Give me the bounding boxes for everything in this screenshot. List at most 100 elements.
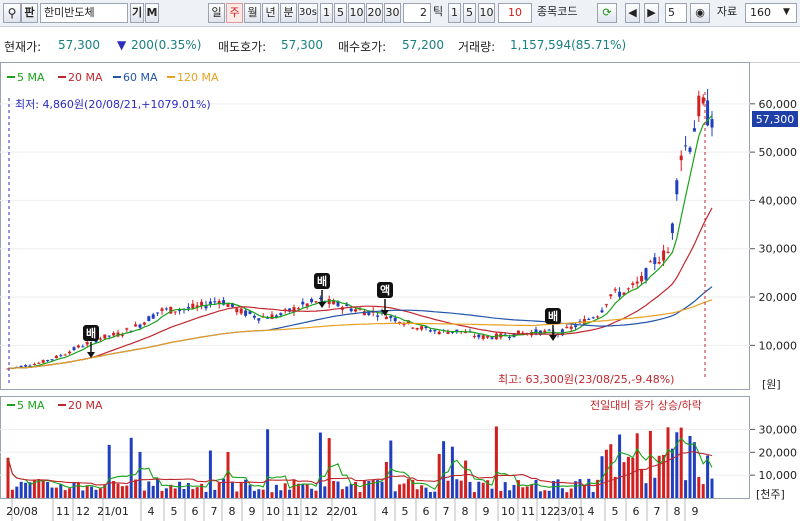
x-tick-label: 11 <box>286 505 300 518</box>
candle-body <box>41 360 45 363</box>
volume-bar <box>415 489 419 498</box>
volume-bar <box>248 485 252 498</box>
count-button-1[interactable]: 1 <box>320 3 333 23</box>
current-price: 57,300 <box>58 38 100 52</box>
candle-body <box>226 304 230 307</box>
prev-arrow-icon[interactable]: ◀ <box>625 3 640 23</box>
candle-body <box>428 330 432 332</box>
volume-bar <box>450 446 454 498</box>
volume-bar <box>692 442 696 498</box>
search-icon[interactable]: ⚲ <box>3 3 21 23</box>
tick-button-1[interactable]: 1 <box>448 3 461 23</box>
next-arrow-icon[interactable]: ▶ <box>644 3 659 23</box>
volume-bar <box>81 490 85 498</box>
x-tick-label: 8 <box>462 505 469 518</box>
volume-bar <box>710 478 714 498</box>
volume-bar <box>481 482 485 498</box>
candle-body <box>173 311 177 313</box>
x-tick-label: 6 <box>192 505 199 518</box>
tick-button-10[interactable]: 10 <box>478 3 495 23</box>
candle-body <box>125 328 129 330</box>
volume-bar <box>336 481 340 498</box>
volume-bar <box>230 482 234 498</box>
price-unit: [원] <box>762 378 781 391</box>
candle-body <box>151 314 155 319</box>
candle-body <box>565 326 569 328</box>
tab-week[interactable]: 주 <box>226 3 243 23</box>
candle-body <box>59 355 63 357</box>
tab-month[interactable]: 월 <box>244 3 261 23</box>
type-button[interactable]: 판 <box>21 3 38 23</box>
step-input[interactable]: 5 <box>665 3 687 23</box>
volume-bar <box>142 490 146 498</box>
stock-chart[interactable]: 60,000 50,000 40,000 30,000 20,000 10,000 30,… <box>0 62 800 521</box>
volume-bar <box>301 484 305 498</box>
x-tick-label: 11 <box>56 505 70 518</box>
toolbar: ⚲ 판 한미반도체 기 M 일 주 월 년 분 30s 1 5 10 20 30… <box>0 0 800 27</box>
candle-body <box>107 335 111 337</box>
volume-bar <box>151 485 155 498</box>
volume-bar <box>235 491 239 498</box>
volume-bar <box>622 462 626 498</box>
volume-bar <box>340 489 344 498</box>
volume-bar <box>420 485 424 498</box>
refresh-icon[interactable]: ⟳ <box>597 3 617 23</box>
candle-body <box>648 261 652 263</box>
volume-bar <box>68 488 72 498</box>
candle-body <box>72 347 76 350</box>
tab-year[interactable]: 년 <box>262 3 279 23</box>
volume-bar <box>521 487 525 498</box>
candle-body <box>178 310 182 312</box>
candle-body <box>186 307 190 309</box>
candle-body <box>244 310 248 316</box>
bid-price: 57,200 <box>402 38 444 52</box>
candle-body <box>547 329 551 331</box>
volume-bar <box>490 488 494 498</box>
tab-minute[interactable]: 분 <box>280 3 297 23</box>
count-button-10[interactable]: 10 <box>348 3 365 23</box>
x-tick-label: 4 <box>148 505 155 518</box>
x-tick-label: 22/01 <box>326 505 358 518</box>
count-button-30[interactable]: 30 <box>384 3 401 23</box>
tick-input[interactable]: 2 <box>403 3 431 23</box>
volume-bar <box>76 482 80 498</box>
step-spin-icon[interactable]: ◉ <box>690 3 710 23</box>
volume-bar <box>222 478 226 498</box>
candle-body <box>32 363 36 365</box>
volume-bar <box>701 484 705 498</box>
x-tick-label: 9 <box>249 505 256 518</box>
candle-body <box>675 180 679 195</box>
chevron-down-icon[interactable]: ▼ <box>783 7 790 17</box>
volume-bar <box>90 486 94 498</box>
volume-bar <box>46 481 50 498</box>
candle-body <box>640 275 644 282</box>
volume-bar <box>477 481 481 498</box>
svg-text:배: 배 <box>317 274 327 288</box>
volume-bar <box>631 457 635 498</box>
red-value-input[interactable]: 10 <box>498 3 532 23</box>
candle-body <box>257 318 261 321</box>
count-button-20[interactable]: 20 <box>366 3 383 23</box>
candle-body <box>208 301 212 304</box>
count-button-5[interactable]: 5 <box>334 3 347 23</box>
quote-line: 현재가: 57,300 ▼ 200(0.35%) 매도호가: 57,300 매수… <box>0 38 800 56</box>
stock-name-input[interactable]: 한미반도체 <box>40 3 128 23</box>
x-tick-label: 6 <box>423 505 430 518</box>
candle-body <box>587 318 591 320</box>
volume-bar <box>257 489 261 498</box>
ki-button[interactable]: 기 <box>130 3 144 23</box>
candle-body <box>142 322 146 325</box>
volume-bar <box>169 484 173 498</box>
candle-body <box>384 316 388 320</box>
tab-30s[interactable]: 30s <box>298 3 318 23</box>
m-button[interactable]: M <box>145 3 159 23</box>
candle-body <box>710 119 714 128</box>
tab-day[interactable]: 일 <box>208 3 225 23</box>
candle-body <box>618 291 622 297</box>
tick-label: 틱 <box>432 5 444 18</box>
tick-button-5[interactable]: 5 <box>463 3 476 23</box>
price-tick-label: 40,000 <box>759 194 798 207</box>
volume-bar <box>107 444 111 498</box>
candle-body <box>147 316 151 322</box>
data-label: 자료 <box>716 5 738 18</box>
